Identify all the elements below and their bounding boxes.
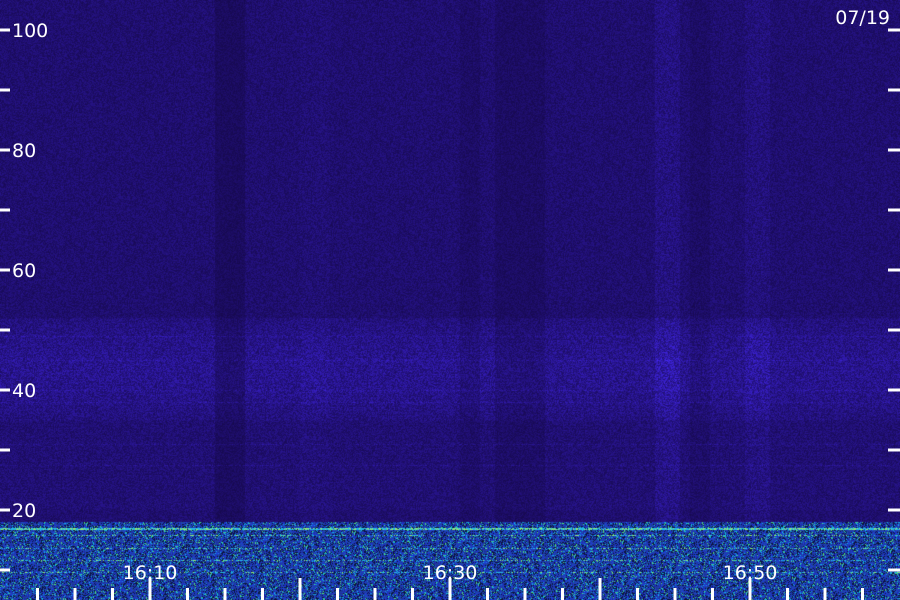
spectrogram-image — [0, 0, 900, 600]
